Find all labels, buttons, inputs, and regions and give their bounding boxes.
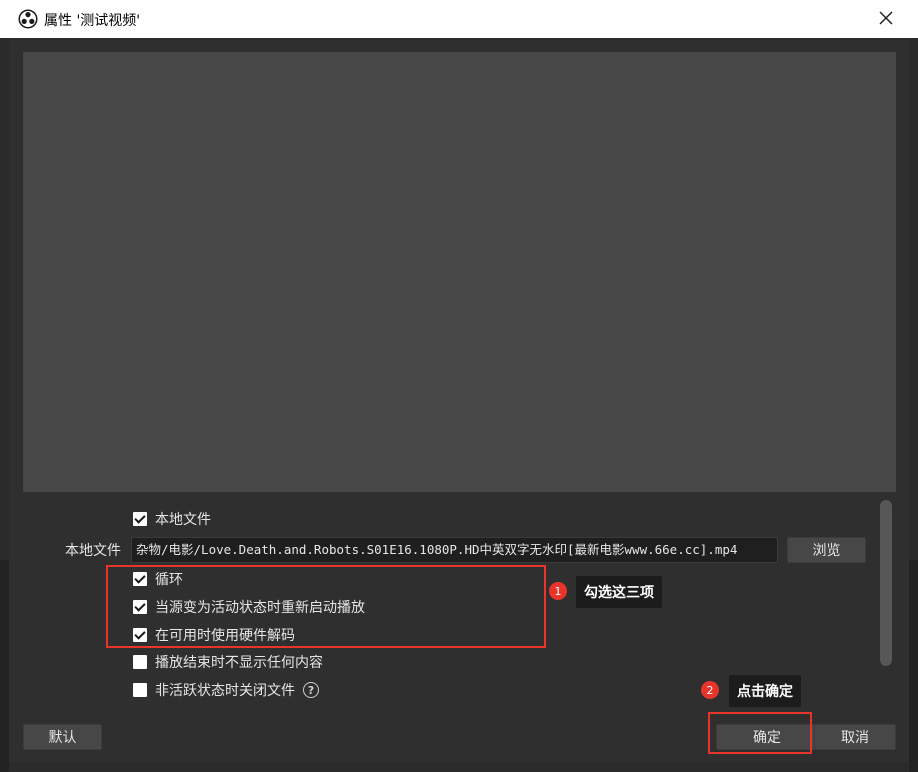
checkbox-box[interactable] [133,683,147,697]
checkbox-box[interactable] [133,512,147,526]
checkbox-label: 播放结束时不显示任何内容 [155,655,323,671]
local-file-label: 本地文件 [65,543,121,559]
video-preview [23,52,896,492]
annotation-badge-2: 2 [701,681,719,699]
local-file-checkbox[interactable]: 本地文件 [133,510,211,528]
checkbox-label: 本地文件 [155,512,211,528]
annotation-highlight-options [106,565,546,648]
help-icon[interactable]: ? [303,682,319,698]
annotation-badge-1: 1 [549,582,567,600]
scrollbar-thumb[interactable] [880,500,892,666]
background-window-edge-right [909,560,918,772]
background-window-edge-left [0,560,9,772]
close-when-inactive-checkbox[interactable]: 非活跃状态时关闭文件 ? [133,681,319,699]
local-file-input[interactable]: 杂物/电影/Love.Death.and.Robots.S01E16.1080P… [131,537,778,563]
form-scrollbar[interactable] [880,500,892,666]
checkbox-label: 非活跃状态时关闭文件 [155,683,295,699]
annotation-tip-1: 勾选这三项 [576,576,662,608]
window-title: 属性 '测试视频' [44,13,141,29]
obs-logo-icon [18,9,38,29]
hide-when-ended-checkbox[interactable]: 播放结束时不显示任何内容 [133,653,323,671]
cancel-button[interactable]: 取消 [814,724,896,750]
speed-label: 速度 [95,714,121,716]
annotation-tip-2: 点击确定 [729,675,801,707]
defaults-button[interactable]: 默认 [23,724,102,750]
browse-button[interactable]: 浏览 [787,537,866,563]
checkbox-box[interactable] [133,655,147,669]
title-bar: 属性 '测试视频' [0,0,918,38]
close-icon[interactable] [874,6,898,30]
local-file-path: 杂物/电影/Love.Death.and.Robots.S01E16.1080P… [136,542,738,557]
annotation-highlight-ok [708,712,812,754]
properties-dialog: 本地文件 本地文件 杂物/电影/Love.Death.and.Robots.S0… [9,38,909,762]
